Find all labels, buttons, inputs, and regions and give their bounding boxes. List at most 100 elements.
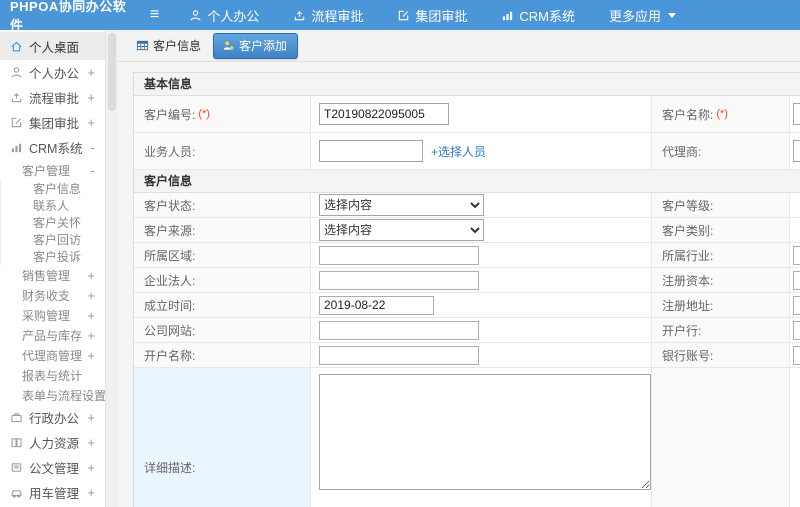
field-value-clipped <box>790 268 800 292</box>
text-input[interactable] <box>793 245 800 265</box>
sidebar-item[interactable]: 个人桌面 <box>0 32 105 60</box>
sidebar-item[interactable]: 客户回访 <box>0 231 105 248</box>
sidebar-item[interactable]: 个人办公 + <box>0 60 105 85</box>
sidebar-item-label: 报表与统计 <box>22 368 83 383</box>
form-row: 所属区域: 所属行业: <box>134 243 800 268</box>
text-input[interactable] <box>793 320 800 340</box>
expand-icon[interactable]: + <box>87 460 95 475</box>
topnav-item[interactable]: 流程审批 <box>293 6 363 25</box>
sidebar-item-label: 采购管理 <box>22 308 71 323</box>
sidebar-item[interactable]: 客户投诉 <box>0 248 105 265</box>
expand-icon[interactable]: + <box>87 268 95 283</box>
sidebar-item-label: 客户信息 <box>33 182 82 196</box>
app-brand: PHPOA协同办公软件 <box>10 0 127 33</box>
expand-icon[interactable]: + <box>87 65 95 80</box>
select-input[interactable]: 选择内容 <box>319 219 484 241</box>
field-label-text: 企业法人: <box>144 273 196 288</box>
text-input[interactable] <box>319 345 479 365</box>
expand-icon[interactable]: + <box>87 410 95 425</box>
content-area: 客户信息客户添加 基本信息客户编号:(*)客户名称:(*)业务人员:+选择人员代… <box>118 30 800 507</box>
sidebar-scrollbar[interactable] <box>105 30 118 507</box>
section-title: 客户信息 <box>134 170 800 193</box>
expand-icon[interactable]: + <box>87 288 95 303</box>
text-input[interactable] <box>793 103 800 125</box>
sidebar-item[interactable]: 客户信息 <box>0 180 105 197</box>
sidebar-item[interactable]: 行政办公 + <box>0 405 105 430</box>
collapse-icon[interactable]: - <box>91 163 95 178</box>
grid-icon <box>136 39 149 52</box>
tab-active[interactable]: 客户添加 <box>213 32 299 59</box>
field-label-text: 所属区域: <box>144 248 196 263</box>
sidebar-item[interactable]: 用车管理 + <box>0 480 105 505</box>
expand-icon[interactable]: + <box>87 115 95 130</box>
field-label: 客户类别: <box>652 218 790 242</box>
sidebar-item[interactable]: 销售管理 + <box>0 265 105 285</box>
field-label-text: 公司网站: <box>144 323 196 338</box>
topnav-label: 更多应用 <box>609 8 662 24</box>
text-input[interactable] <box>319 103 449 125</box>
sidebar-item[interactable]: 财务收支 + <box>0 285 105 305</box>
sidebar-item[interactable]: 联系人 <box>0 197 105 214</box>
topnav-item[interactable]: 个人办公 <box>189 6 259 25</box>
topnav-item[interactable]: CRM系统 <box>501 6 575 25</box>
text-input[interactable] <box>793 295 800 315</box>
text-input[interactable] <box>319 270 479 290</box>
sidebar-item[interactable]: 客户关怀 <box>0 214 105 231</box>
expand-icon[interactable]: + <box>87 328 95 343</box>
tab-inactive[interactable]: 客户信息 <box>136 37 201 54</box>
form-row: 业务人员: +选择人员 代理商: <box>134 133 800 170</box>
expand-icon[interactable]: + <box>87 308 95 323</box>
sidebar-item[interactable]: 代理商管理 + <box>0 345 105 365</box>
text-input[interactable] <box>793 270 800 290</box>
sidebar-item-label: 流程审批 <box>29 92 80 106</box>
topnav-item[interactable]: 集团审批 <box>397 6 467 25</box>
sidebar-item[interactable]: 采购管理 + <box>0 305 105 325</box>
select-input[interactable]: 选择内容 <box>319 194 484 216</box>
sidebar-item-label: 联系人 <box>33 199 70 213</box>
field-label-text: 开户名称: <box>144 348 196 363</box>
sidebar-item[interactable]: 报表与统计 <box>0 365 105 385</box>
text-input[interactable] <box>793 140 800 162</box>
scrollbar-thumb[interactable] <box>108 33 116 111</box>
topbar-nav: 个人办公 流程审批 集团审批 CRM系统 更多应用 <box>189 6 710 25</box>
sidebar-item[interactable]: 集团审批 + <box>0 110 105 135</box>
text-input[interactable] <box>793 345 800 365</box>
tab-bar: 客户信息 客户添加 <box>118 30 800 62</box>
briefcase-icon <box>10 411 23 424</box>
sidebar-item[interactable]: 流程审批 + <box>0 85 105 110</box>
description-textarea[interactable] <box>319 374 651 490</box>
field-label-text: 客户名称: <box>662 107 714 122</box>
user-icon <box>189 9 202 22</box>
field-label-text: 客户等级: <box>662 198 714 213</box>
expand-icon[interactable]: + <box>87 348 95 363</box>
topbar: PHPOA协同办公软件 ≡ 个人办公 流程审批 集团审批 CRM系统 更多应用 <box>0 0 800 33</box>
chart-icon <box>501 9 514 22</box>
collapse-icon[interactable]: - <box>91 140 95 155</box>
sidebar-item[interactable]: 产品与库存 + <box>0 325 105 345</box>
text-input[interactable] <box>319 295 434 315</box>
topnav-item[interactable]: 更多应用 <box>609 6 677 25</box>
form-row: 详细描述: <box>134 368 800 507</box>
sidebar-item[interactable]: 公文管理 + <box>0 455 105 480</box>
expand-icon[interactable]: + <box>87 485 95 500</box>
book-icon <box>10 436 23 449</box>
field-label-text: 所属行业: <box>662 248 714 263</box>
sidebar: 个人桌面 个人办公 + 流程审批 + 集团审批 + CRM系统 - 客户管理 - 客户信息 联系人 客户关… <box>0 30 105 507</box>
form-section: 基本信息客户编号:(*)客户名称:(*)业务人员:+选择人员代理商: <box>134 73 800 170</box>
chart-icon <box>10 141 23 154</box>
expand-icon[interactable]: + <box>87 435 95 450</box>
sidebar-item[interactable]: 表单与流程设置+ <box>0 385 105 405</box>
field-label: 开户行: <box>652 318 790 342</box>
text-input[interactable] <box>319 320 479 340</box>
text-input[interactable] <box>319 245 479 265</box>
choose-person-link[interactable]: +选择人员 <box>431 143 486 160</box>
hamburger-menu-icon[interactable]: ≡ <box>150 7 159 23</box>
field-label: 银行账号: <box>652 343 790 367</box>
sidebar-item[interactable]: CRM系统 - <box>0 135 105 160</box>
person-input-disabled <box>319 140 423 162</box>
expand-icon[interactable]: + <box>87 90 95 105</box>
field-value-clipped <box>790 193 800 217</box>
sidebar-item[interactable]: 客户管理 - <box>0 160 105 180</box>
field-label: 所属区域: <box>134 243 311 267</box>
sidebar-item[interactable]: 人力资源 + <box>0 430 105 455</box>
